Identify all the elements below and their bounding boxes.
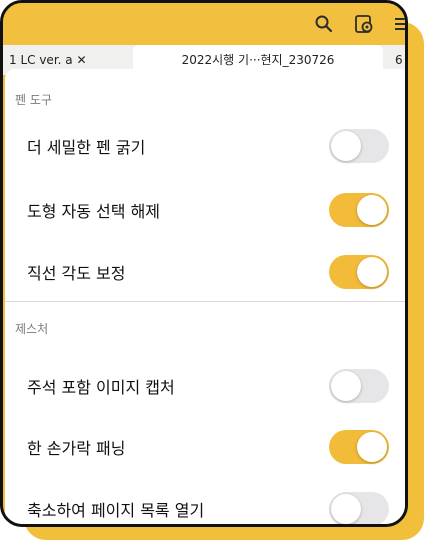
setting-row-finer-pen-width: 더 세밀한 펜 굵기 bbox=[5, 118, 405, 174]
app-window: 1 LC ver. a ✕ 2022시행 기···현지_230726 6 펜 도… bbox=[0, 0, 408, 527]
setting-row-line-angle-snap: 직선 각도 보정 bbox=[5, 244, 405, 300]
setting-label: 한 손가락 패닝 bbox=[27, 439, 126, 458]
tab-label: 6 bbox=[395, 53, 403, 67]
setting-label: 주석 포함 이미지 캡처 bbox=[27, 378, 175, 397]
setting-label: 더 세밀한 펜 굵기 bbox=[27, 138, 146, 157]
setting-label: 도형 자동 선택 해제 bbox=[27, 202, 161, 221]
menu-icon[interactable] bbox=[389, 11, 405, 37]
search-icon[interactable] bbox=[311, 11, 337, 37]
setting-row-capture-with-annotations: 주석 포함 이미지 캡처 bbox=[5, 358, 405, 414]
pinch-page-list-toggle[interactable] bbox=[329, 492, 389, 524]
toggle-knob bbox=[331, 131, 361, 161]
section-header-gestures: 제스처 bbox=[15, 322, 49, 336]
setting-row-pinch-page-list: 축소하여 페이지 목록 열기 bbox=[5, 481, 405, 524]
tab-label: 2022시행 기···현지_230726 bbox=[181, 53, 335, 67]
setting-row-one-finger-panning: 한 손가락 패닝 bbox=[5, 419, 405, 475]
setting-label: 직선 각도 보정 bbox=[27, 264, 126, 283]
toggle-knob bbox=[331, 371, 361, 401]
top-toolbar bbox=[3, 3, 405, 45]
section-divider bbox=[5, 301, 405, 302]
setting-label: 축소하여 페이지 목록 열기 bbox=[27, 501, 205, 520]
one-finger-panning-toggle[interactable] bbox=[329, 430, 389, 464]
capture-with-annotations-toggle[interactable] bbox=[329, 369, 389, 403]
toggle-knob bbox=[331, 494, 361, 524]
toggle-knob bbox=[357, 432, 387, 462]
line-angle-snap-toggle[interactable] bbox=[329, 255, 389, 289]
finer-pen-width-toggle[interactable] bbox=[329, 129, 389, 163]
setting-row-auto-deselect-shape: 도형 자동 선택 해제 bbox=[5, 182, 405, 238]
settings-gear-icon[interactable] bbox=[351, 11, 377, 37]
tab-label: 1 LC ver. a ✕ bbox=[9, 53, 87, 67]
toggle-knob bbox=[357, 257, 387, 287]
auto-deselect-shape-toggle[interactable] bbox=[329, 193, 389, 227]
settings-popover: 펜 도구 더 세밀한 펜 굵기 도형 자동 선택 해제 직선 각도 보정 제스처… bbox=[5, 69, 405, 524]
section-header-pen-tools: 펜 도구 bbox=[15, 93, 52, 107]
toggle-knob bbox=[357, 195, 387, 225]
